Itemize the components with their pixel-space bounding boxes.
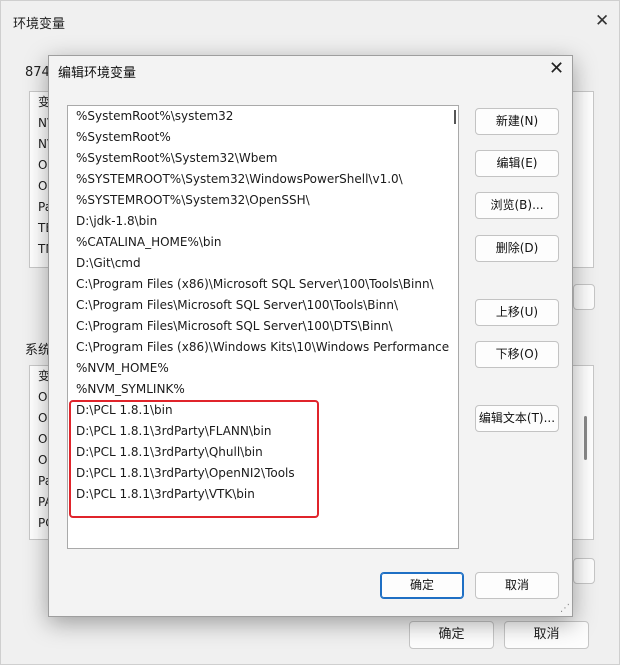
ok-button[interactable]: 确定 bbox=[409, 621, 494, 649]
delete-button[interactable]: 删除(D) bbox=[475, 235, 559, 262]
path-list-item[interactable]: C:\Program Files (x86)\Microsoft SQL Ser… bbox=[68, 274, 458, 295]
dialog-title: 编辑环境变量 bbox=[58, 66, 137, 81]
path-list-item[interactable]: C:\Program Files (x86)\Windows Kits\10\W… bbox=[68, 337, 458, 358]
new-button[interactable]: 新建(N) bbox=[475, 108, 559, 135]
edit-environment-variable-dialog: 编辑环境变量 ✕ %SystemRoot%\system32 %SystemRoo… bbox=[48, 55, 573, 617]
cancel-button[interactable]: 取消 bbox=[475, 572, 559, 599]
path-list-item[interactable]: D:\jdk-1.8\bin bbox=[68, 211, 458, 232]
path-list-item[interactable]: %SystemRoot% bbox=[68, 127, 458, 148]
scrollbar-thumb[interactable] bbox=[584, 416, 587, 460]
text-cursor bbox=[454, 110, 456, 124]
move-down-button[interactable]: 下移(O) bbox=[475, 341, 559, 368]
edit-button[interactable]: 编辑(E) bbox=[475, 150, 559, 177]
move-up-button[interactable]: 上移(U) bbox=[475, 299, 559, 326]
edit-text-button[interactable]: 编辑文本(T)... bbox=[475, 405, 559, 432]
user-variables-label: 874 bbox=[25, 65, 50, 80]
resize-grip-icon[interactable]: ⋰ bbox=[560, 603, 570, 614]
path-list-item[interactable]: %SystemRoot%\system32 bbox=[68, 106, 458, 127]
close-icon[interactable]: ✕ bbox=[595, 11, 609, 31]
path-list-item[interactable]: C:\Program Files\Microsoft SQL Server\10… bbox=[68, 316, 458, 337]
path-list-item[interactable]: D:\Git\cmd bbox=[68, 253, 458, 274]
path-list-item[interactable]: %NVM_HOME% bbox=[68, 358, 458, 379]
ok-button[interactable]: 确定 bbox=[380, 572, 464, 599]
path-list-item[interactable]: %SystemRoot%\System32\Wbem bbox=[68, 148, 458, 169]
path-list-item[interactable]: %SYSTEMROOT%\System32\OpenSSH\ bbox=[68, 190, 458, 211]
browse-button[interactable]: 浏览(B)... bbox=[475, 192, 559, 219]
close-icon[interactable]: ✕ bbox=[549, 58, 564, 79]
highlight-annotation bbox=[69, 400, 319, 518]
path-list-item[interactable]: %CATALINA_HOME%\bin bbox=[68, 232, 458, 253]
path-list-item[interactable]: %SYSTEMROOT%\System32\WindowsPowerShell\… bbox=[68, 169, 458, 190]
window-title: 环境变量 bbox=[13, 17, 66, 32]
path-list-item[interactable]: %NVM_SYMLINK% bbox=[68, 379, 458, 400]
system-variables-button[interactable] bbox=[573, 558, 595, 584]
user-variables-button[interactable] bbox=[573, 284, 595, 310]
cancel-button[interactable]: 取消 bbox=[504, 621, 589, 649]
path-list-item[interactable]: C:\Program Files\Microsoft SQL Server\10… bbox=[68, 295, 458, 316]
